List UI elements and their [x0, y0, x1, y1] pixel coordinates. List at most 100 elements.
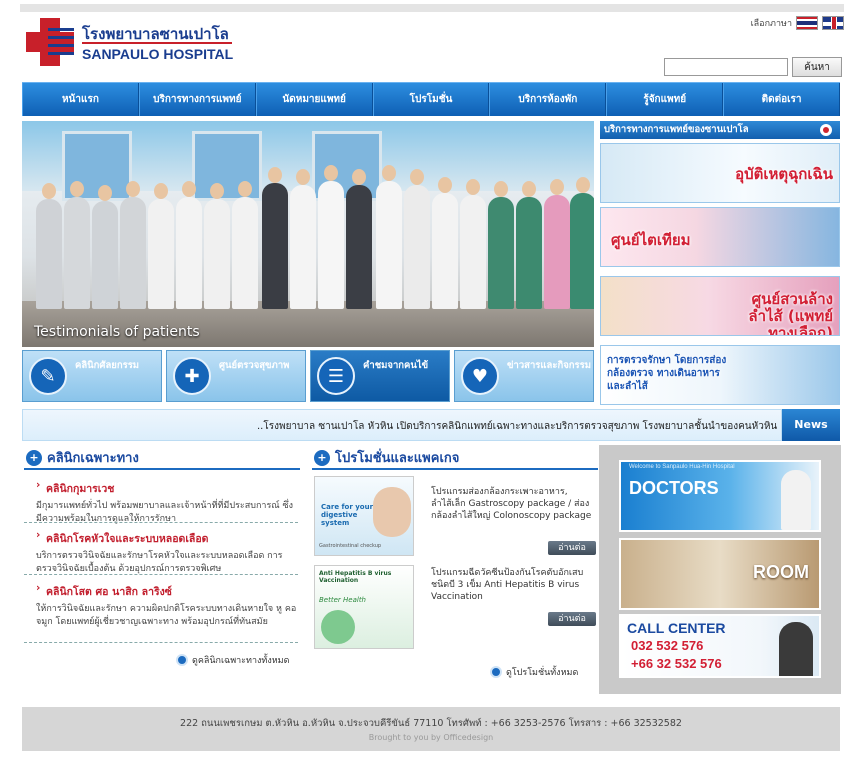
- promos-title: โปรโมชั่นและแพคเกจ: [314, 447, 459, 468]
- banner-label: อุบัติเหตุฉุกเฉิน: [735, 165, 833, 183]
- view-all-clinics-link[interactable]: ดูคลินิกเฉพาะทางทั้งหมด: [176, 653, 289, 667]
- footer: 222 ถนนเพชรเกษม ต.หัวหิน อ.หัวหิน จ.ประจ…: [22, 707, 840, 751]
- tile-health-checkup[interactable]: ✚ ศูนย์ตรวจสุขภาพ: [166, 350, 306, 402]
- staff-figure: [148, 183, 174, 309]
- tile-label: ข่าวสารและกิจกรรม: [507, 360, 591, 371]
- staff-figure: [460, 179, 486, 309]
- hospital-logo[interactable]: โรงพยาบาลซานเปาโล SANPAULO HOSPITAL: [26, 18, 246, 70]
- room-card[interactable]: ROOM: [619, 538, 821, 610]
- clinics-title: คลินิกเฉพาะทาง: [26, 447, 139, 468]
- language-label: เลือกภาษา: [750, 19, 792, 29]
- banner-emergency[interactable]: อุบัติเหตุฉุกเฉิน: [600, 143, 840, 203]
- call-center-phone-intl: +66 32 532 576: [631, 656, 722, 671]
- logo-english-text: SANPAULO HOSPITAL: [82, 46, 234, 62]
- tile-testimonials[interactable]: ☰ คำชมจากคนไข้: [310, 350, 450, 402]
- view-all-promos-text: ดูโปรโมชั่นทั้งหมด: [506, 668, 579, 678]
- view-all-promos-link[interactable]: ดูโปรโมชั่นทั้งหมด: [490, 665, 578, 679]
- footer-address: 222 ถนนเพชรเกษม ต.หัวหิน อ.หัวหิน จ.ประจ…: [180, 718, 682, 729]
- staff-figure: [376, 165, 402, 309]
- staff-figure: [404, 169, 430, 309]
- clinic-item[interactable]: คลินิกกุมารเวช มีกุมารแพทย์ทั่วไป พร้อมพ…: [36, 479, 298, 526]
- footer-credit[interactable]: Brought to you by Officedesign: [22, 733, 840, 742]
- tile-label: คำชมจากคนไข้: [363, 360, 429, 371]
- clinic-name[interactable]: คลินิกโรคหัวใจและระบบหลอดเลือด: [36, 529, 298, 547]
- tile-label: ศูนย์ตรวจสุขภาพ: [219, 360, 290, 371]
- banner-label: ศูนย์สวนล้างลำไส้ (แพทย์ทางเลือก): [748, 290, 833, 336]
- clinic-name[interactable]: คลินิกกุมารเวช: [36, 479, 298, 497]
- nav-doctors[interactable]: รู้จักแพทย์: [606, 83, 724, 116]
- promo-model-figure: [373, 487, 411, 537]
- top-bar: [20, 4, 844, 12]
- divider: [24, 574, 298, 575]
- section-underline: [312, 468, 598, 470]
- clinic-item[interactable]: คลินิกโรคหัวใจและระบบหลอดเลือด บริการตรว…: [36, 529, 298, 576]
- clinic-item[interactable]: คลินิกโสต ศอ นาสิก ลาริงซ์ ให้การวินิจฉั…: [36, 582, 298, 629]
- ticker-text: ..โรงพยาบาล ซานเปาโล หัวหิน เปิดบริการคล…: [257, 421, 778, 432]
- nav-promotions[interactable]: โปรโมชั่น: [372, 83, 490, 116]
- staff-figure: [290, 169, 316, 309]
- staff-figure: [36, 183, 62, 309]
- staff-figure: [232, 181, 258, 309]
- heart-icon: ♥: [461, 357, 499, 395]
- banner-colon-cleansing[interactable]: ศูนย์สวนล้างลำไส้ (แพทย์ทางเลือก): [600, 276, 840, 336]
- staff-figure: [570, 177, 594, 309]
- divider: [24, 522, 298, 523]
- main-nav: หน้าแรก บริการทางการแพทย์ นัดหมายแพทย์ โ…: [22, 82, 841, 116]
- staff-figure: [92, 185, 118, 309]
- search-input[interactable]: [664, 58, 788, 76]
- promo-vaccine-figure: [321, 610, 355, 644]
- call-center-phone: 032 532 576: [631, 638, 704, 653]
- read-more-button[interactable]: อ่านต่อ: [548, 541, 596, 555]
- divider: [24, 642, 298, 643]
- doctors-card[interactable]: Welcome to Sanpaulo Hua-Hin Hospital DOC…: [619, 460, 821, 532]
- thai-flag-icon[interactable]: [796, 16, 818, 30]
- language-selector: เลือกภาษา: [751, 16, 844, 30]
- arrow-circle-icon: [176, 654, 188, 666]
- tile-label: คลินิกศัลยกรรม: [75, 360, 140, 371]
- call-center-card[interactable]: CALL CENTER 032 532 576 +66 32 532 576: [619, 614, 821, 678]
- doctor-figure: [781, 470, 811, 530]
- news-ticker[interactable]: ..โรงพยาบาล ซานเปาโล หัวหิน เปิดบริการคล…: [22, 409, 782, 441]
- hero-slideshow[interactable]: Testimonials of patients: [22, 121, 594, 347]
- search-button[interactable]: ค้นหา: [792, 57, 842, 77]
- news-button[interactable]: News: [782, 409, 840, 441]
- staff-figure: [544, 179, 570, 309]
- promos-title-text: โปรโมชั่นและแพคเกจ: [335, 451, 460, 466]
- staff-figure: [488, 181, 514, 309]
- uk-flag-icon[interactable]: [822, 16, 844, 30]
- section-underline: [24, 468, 300, 470]
- promo-text: โปรแกรมส่องกล้องกระเพาะอาหาร, ลำไส้เล็ก …: [431, 487, 592, 521]
- tile-news-activities[interactable]: ♥ ข่าวสารและกิจกรรม: [454, 350, 594, 402]
- nav-medical-services[interactable]: บริการทางการแพทย์: [138, 83, 256, 116]
- arrow-circle-icon[interactable]: [820, 124, 832, 136]
- call-center-label: CALL CENTER: [627, 620, 726, 636]
- promo-vaccine-image[interactable]: Anti Hepatitis B virus Vaccination Bette…: [314, 565, 414, 649]
- syringe-icon: ✎: [29, 357, 67, 395]
- staff-figure: [346, 169, 372, 309]
- nav-doctor-appointment[interactable]: นัดหมายแพทย์: [255, 83, 373, 116]
- nav-rooms[interactable]: บริการห้องพัก: [489, 83, 607, 116]
- pill-icon: ✚: [173, 357, 211, 395]
- promo-image-sub: Better Health: [319, 596, 366, 604]
- staff-figure: [432, 177, 458, 309]
- clinic-name[interactable]: คลินิกโสต ศอ นาสิก ลาริงซ์: [36, 582, 298, 600]
- operator-figure: [779, 622, 813, 676]
- services-heading-text: บริการทางการแพทย์ของซานเปาโล: [604, 124, 749, 135]
- services-heading: บริการทางการแพทย์ของซานเปาโล: [600, 121, 840, 139]
- staff-figure: [262, 167, 288, 309]
- plus-circle-icon: [26, 449, 42, 466]
- banner-endoscopy[interactable]: การตรวจรักษา โดยการส่องกล้องตรวจ ทางเดิน…: [600, 345, 840, 405]
- nav-home[interactable]: หน้าแรก: [22, 83, 139, 116]
- hero-tiles: ✎ คลินิกศัลยกรรม ✚ ศูนย์ตรวจสุขภาพ ☰ คำช…: [22, 350, 594, 402]
- nav-contact[interactable]: ติดต่อเรา: [723, 83, 841, 116]
- arrow-circle-icon: [490, 666, 502, 678]
- tile-surgery-clinic[interactable]: ✎ คลินิกศัลยกรรม: [22, 350, 162, 402]
- hero-caption: Testimonials of patients: [34, 324, 200, 340]
- staff-figure: [120, 181, 146, 309]
- banner-label: ศูนย์ไตเทียม: [611, 231, 691, 249]
- promo-gastro-image[interactable]: Care for your digestive system Gastroint…: [314, 476, 414, 556]
- staff-figure: [516, 181, 542, 309]
- staff-figure: [176, 181, 202, 309]
- read-more-button[interactable]: อ่านต่อ: [548, 612, 596, 626]
- banner-dialysis[interactable]: ศูนย์ไตเทียม: [600, 207, 840, 267]
